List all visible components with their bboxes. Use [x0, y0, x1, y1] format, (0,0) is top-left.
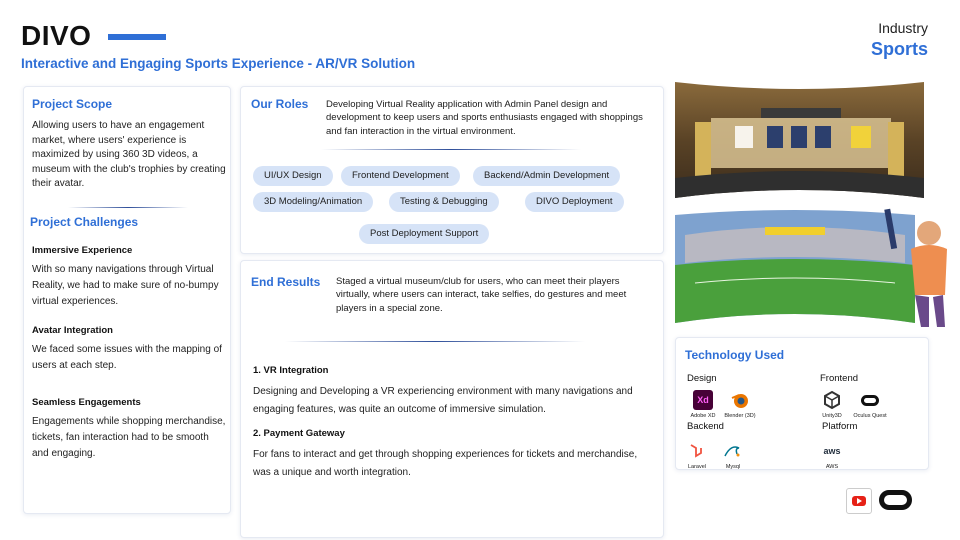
our-roles-text: Developing Virtual Reality application w… — [326, 99, 643, 137]
our-roles-title: Our Roles — [251, 97, 309, 111]
challenge-text: With so many navigations through Virtual… — [32, 264, 219, 307]
project-scope-text: Allowing users to have an engagement mar… — [32, 120, 226, 189]
end-results-title: End Results — [251, 275, 321, 289]
industry-value: Sports — [870, 39, 928, 59]
section-divider — [285, 341, 585, 342]
challenge-text: Engagements while shopping merchandise, … — [32, 416, 226, 459]
challenge-text: We faced some issues with the mapping of… — [32, 344, 222, 371]
role-chip: UI/UX Design — [253, 166, 333, 186]
oculus-quest-icon — [860, 390, 880, 410]
industry-label: Industry — [878, 20, 928, 36]
challenge-title: Seamless Engagements — [32, 397, 141, 408]
tool-label: Oculus Quest — [853, 413, 887, 419]
adobe-xd-icon: Xd — [693, 390, 713, 410]
challenge-item: Seamless Engagements Engagements while s… — [32, 397, 228, 462]
result-text: For fans to interact and get through sho… — [253, 449, 638, 478]
brand-logo: DIVO — [21, 20, 92, 51]
our-roles-panel: Our Roles Developing Virtual Reality app… — [240, 86, 664, 254]
section-divider — [68, 207, 188, 208]
result-item: 1. VR Integration Designing and Developi… — [253, 365, 653, 418]
end-results-panel: End Results Staged a virtual museum/club… — [240, 260, 664, 538]
vr-museum-image — [675, 82, 924, 198]
project-scope-title: Project Scope — [32, 97, 113, 111]
tech-category-platform: Platform — [822, 421, 858, 432]
result-title: 1. VR Integration — [253, 365, 329, 376]
challenge-title: Avatar Integration — [32, 325, 113, 336]
tool-label: Mysql — [725, 464, 741, 470]
end-results-text: Staged a virtual museum/club for users, … — [336, 276, 627, 314]
technology-title: Technology Used — [685, 348, 785, 362]
role-chip: 3D Modeling/Animation — [253, 192, 374, 212]
tool-blender: Blender (3D) — [718, 390, 762, 419]
tool-label: AWS — [825, 464, 839, 470]
result-title: 2. Payment Gateway — [253, 428, 345, 439]
vr-stadium-avatar-image — [675, 208, 947, 327]
challenge-item: Avatar Integration We faced some issues … — [32, 325, 228, 374]
tool-label: Blender (3D) — [724, 413, 756, 419]
role-chip: Backend/Admin Development — [473, 166, 621, 186]
role-chip: Testing & Debugging — [389, 192, 499, 212]
project-challenges-title: Project Challenges — [30, 215, 139, 229]
tech-category-frontend: Frontend — [820, 373, 859, 384]
oculus-icon[interactable] — [879, 490, 912, 510]
role-chip: DIVO Deployment — [525, 192, 624, 212]
mysql-icon — [723, 441, 743, 461]
tool-aws: aws AWS — [810, 441, 854, 470]
result-item: 2. Payment Gateway For fans to interact … — [253, 428, 653, 481]
page-subtitle: Interactive and Engaging Sports Experien… — [21, 56, 416, 71]
role-chip: Post Deployment Support — [359, 224, 490, 244]
challenge-title: Immersive Experience — [32, 245, 133, 256]
tech-category-design: Design — [687, 373, 717, 384]
result-text: Designing and Developing a VR experienci… — [253, 386, 633, 415]
tool-mysql: Mysql — [711, 441, 755, 470]
unity-icon — [822, 390, 842, 410]
role-chip: Frontend Development — [341, 166, 460, 186]
tech-category-backend: Backend — [687, 421, 724, 432]
brand-accent-bar — [108, 34, 166, 40]
youtube-icon[interactable] — [846, 488, 872, 514]
tool-oculus-quest: Oculus Quest — [848, 390, 892, 419]
challenge-item: Immersive Experience With so many naviga… — [32, 245, 228, 310]
aws-icon: aws — [823, 446, 841, 456]
blender-icon — [730, 390, 750, 410]
scope-challenges-panel: Project Scope Allowing users to have an … — [23, 86, 231, 514]
technology-panel: Technology Used Design Frontend Xd Adobe… — [675, 337, 929, 470]
section-divider — [321, 149, 581, 150]
laravel-icon — [687, 441, 707, 461]
